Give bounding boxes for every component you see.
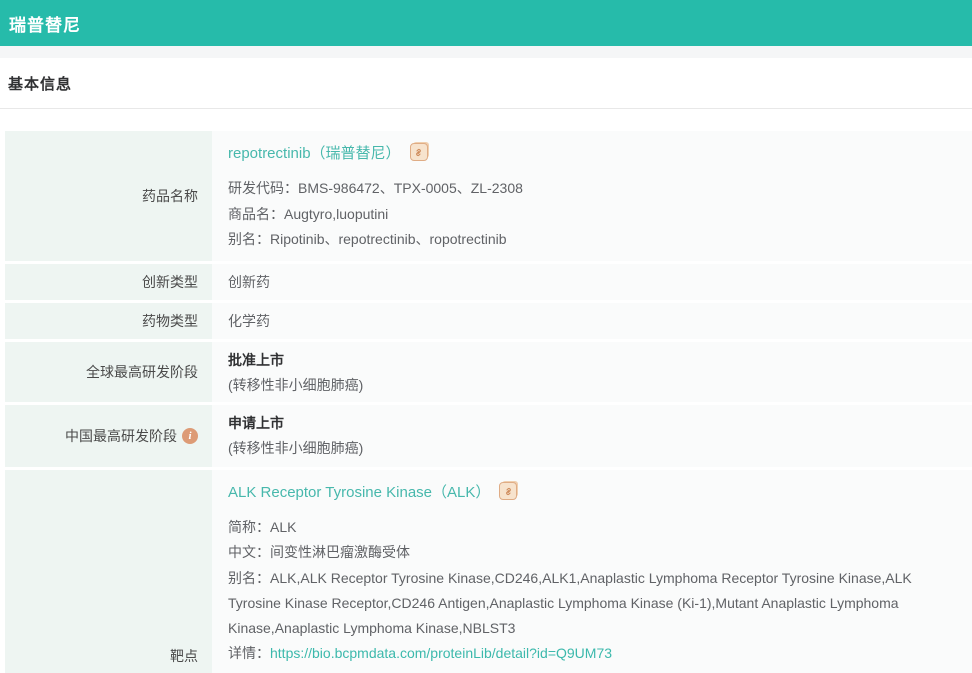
section-title: 基本信息 (8, 73, 972, 94)
target-detail-label: 详情： (228, 645, 270, 661)
drug-detail-page: 瑞普替尼 基本信息 药品名称 repotrectinib（瑞普替尼） 研发代码：… (0, 0, 972, 673)
table-row-drug-name: 药品名称 repotrectinib（瑞普替尼） 研发代码：BMS-986472… (5, 131, 972, 261)
global-stage-name: 批准上市 (228, 348, 964, 373)
target-chinese-line: 中文：间变性淋巴瘤激酶受体 (228, 540, 964, 565)
global-stage-label-text: 全球最高研发阶段 (86, 362, 198, 382)
china-stage-value: 申请上市 (转移性非小细胞肺癌) (212, 405, 972, 467)
target-detail-line: 详情：https://bio.bcpmdata.com/proteinLib/d… (228, 641, 964, 666)
target-sublines: 简称：ALK 中文：间变性淋巴瘤激酶受体 别名：ALK,ALK Receptor… (228, 515, 964, 667)
drug-name-label-text: 药品名称 (142, 186, 198, 206)
drug-type-label: 药物类型 (5, 303, 212, 339)
innovation-type-label-text: 创新类型 (142, 272, 198, 292)
global-stage-value: 批准上市 (转移性非小细胞肺癌) (212, 342, 972, 402)
china-stage-label: 中国最高研发阶段 i (5, 405, 212, 467)
drug-name-value: repotrectinib（瑞普替尼） 研发代码：BMS-986472、TPX-… (212, 131, 972, 261)
target-label: 靶点 (5, 470, 212, 673)
trade-name-line: 商品名：Augtyro,luoputini (228, 202, 964, 228)
drug-name-label: 药品名称 (5, 131, 212, 261)
drug-type-value-text: 化学药 (228, 311, 270, 331)
table-row-global-stage: 全球最高研发阶段 批准上市 (转移性非小细胞肺癌) (5, 342, 972, 402)
basic-info-table: 药品名称 repotrectinib（瑞普替尼） 研发代码：BMS-986472… (0, 131, 972, 673)
page-title: 瑞普替尼 (9, 11, 81, 36)
header-strip (0, 46, 972, 58)
target-link[interactable]: ALK Receptor Tyrosine Kinase（ALK） (228, 481, 490, 502)
table-row-drug-type: 药物类型 化学药 (5, 303, 972, 339)
target-label-text: 靶点 (170, 646, 198, 666)
drug-type-label-text: 药物类型 (142, 311, 198, 331)
drug-name-sublines: 研发代码：BMS-986472、TPX-0005、ZL-2308 商品名：Aug… (228, 176, 964, 253)
info-icon[interactable]: i (182, 428, 198, 444)
target-detail-url-link[interactable]: https://bio.bcpmdata.com/proteinLib/deta… (270, 645, 612, 661)
external-link-icon[interactable] (499, 482, 517, 500)
drug-name-link-line: repotrectinib（瑞普替尼） (228, 141, 964, 163)
china-stage-name: 申请上市 (228, 411, 964, 436)
table-row-china-stage: 中国最高研发阶段 i 申请上市 (转移性非小细胞肺癌) (5, 405, 972, 467)
dev-codes-line: 研发代码：BMS-986472、TPX-0005、ZL-2308 (228, 176, 964, 202)
drug-type-value: 化学药 (212, 303, 972, 339)
section-header: 基本信息 (0, 58, 972, 109)
innovation-type-label: 创新类型 (5, 264, 212, 300)
target-abbr-line: 简称：ALK (228, 515, 964, 540)
global-stage-label: 全球最高研发阶段 (5, 342, 212, 402)
drug-name-link[interactable]: repotrectinib（瑞普替尼） (228, 142, 401, 163)
page-header: 瑞普替尼 (0, 0, 972, 46)
table-row-target: 靶点 ALK Receptor Tyrosine Kinase（ALK） 简称：… (5, 470, 972, 673)
china-stage-label-text: 中国最高研发阶段 (65, 426, 177, 446)
target-link-line: ALK Receptor Tyrosine Kinase（ALK） (228, 480, 964, 502)
external-link-icon[interactable] (410, 143, 428, 161)
drug-aliases-line: 别名：Ripotinib、repotrectinib、ropotrectinib (228, 227, 964, 253)
table-row-innovation-type: 创新类型 创新药 (5, 264, 972, 300)
innovation-type-value: 创新药 (212, 264, 972, 300)
chain-glyph (502, 485, 515, 498)
innovation-type-value-text: 创新药 (228, 272, 270, 292)
chain-glyph (412, 146, 425, 159)
target-aliases-line: 别名：ALK,ALK Receptor Tyrosine Kinase,CD24… (228, 566, 964, 642)
china-stage-indication: (转移性非小细胞肺癌) (228, 436, 964, 461)
target-value: ALK Receptor Tyrosine Kinase（ALK） 简称：ALK… (212, 470, 972, 673)
global-stage-indication: (转移性非小细胞肺癌) (228, 373, 964, 398)
